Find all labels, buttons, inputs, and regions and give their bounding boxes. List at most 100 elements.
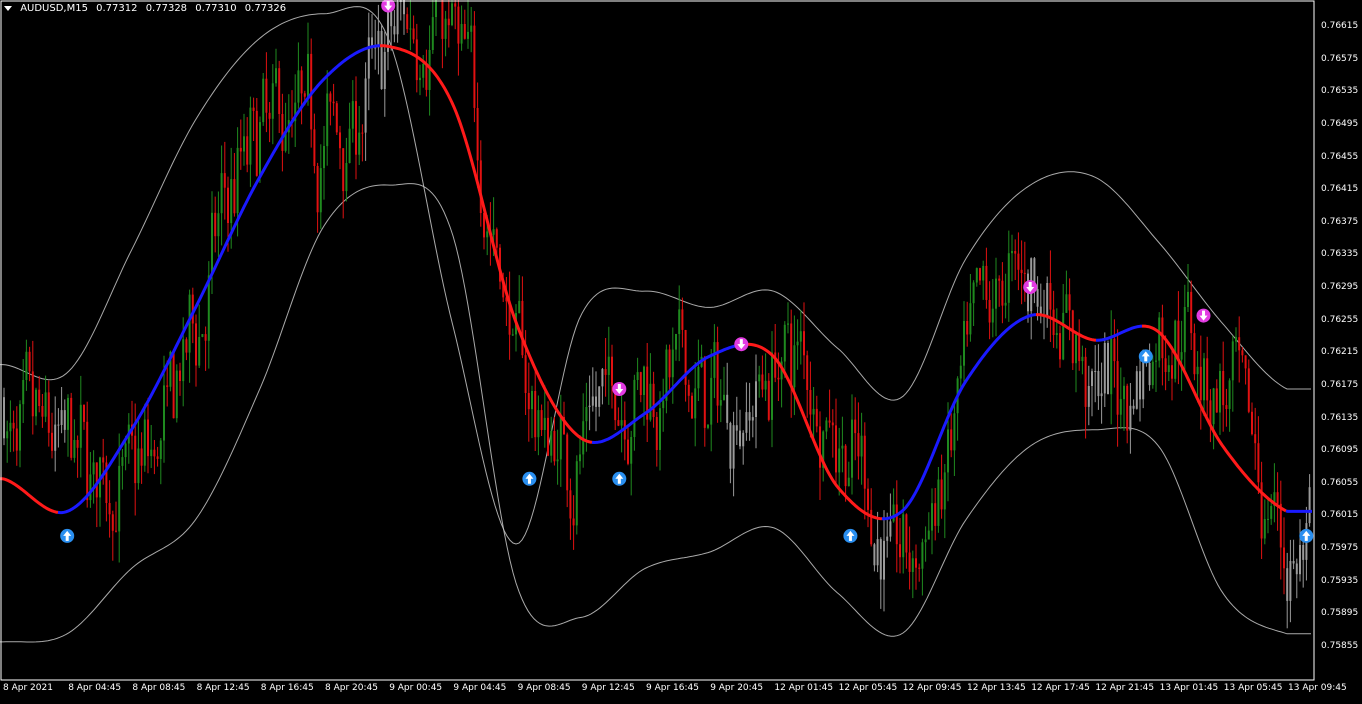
candle-body [652, 383, 655, 417]
candle-body [476, 108, 479, 161]
candle-body [307, 53, 309, 97]
candle-body [1180, 352, 1183, 360]
candle-body [963, 321, 965, 366]
candle-body [857, 433, 860, 457]
candle-body [300, 70, 303, 94]
candle-body [63, 410, 66, 430]
candle-body [1215, 388, 1218, 413]
candle-body [393, 26, 396, 35]
candle-body [1190, 291, 1193, 334]
candle-body [121, 457, 124, 466]
candle-body [281, 114, 284, 151]
candle-body [1011, 251, 1013, 254]
candle-body [892, 504, 895, 522]
candle-body [1270, 506, 1273, 519]
candle-body [886, 536, 889, 541]
time-tick-label: 9 Apr 20:45 [710, 683, 764, 693]
candle-body [214, 212, 217, 237]
candle-body [1052, 309, 1055, 335]
candle-body [1007, 253, 1010, 303]
time-tick-label: 8 Apr 20:45 [325, 683, 378, 693]
price-tick-label: 0.75895 [1321, 608, 1359, 619]
candle-body [671, 349, 674, 378]
candle-body [451, 3, 453, 26]
candle-body [1129, 405, 1132, 431]
candle-body [739, 430, 741, 447]
candle-body [678, 309, 681, 334]
candle-body [460, 24, 463, 44]
chart-window[interactable]: AUDUSD,M15 0.77312 0.77328 0.77310 0.773… [0, 0, 1362, 700]
candle-body [236, 147, 239, 214]
candle-body [735, 425, 738, 431]
sell-arrow-icon [1023, 280, 1038, 295]
candle-body [511, 334, 514, 336]
candle-body [966, 321, 969, 335]
candle-body [531, 391, 533, 410]
candle-body [217, 213, 220, 237]
candle-body [940, 479, 943, 510]
candle-body [796, 341, 799, 346]
candle-body [1087, 386, 1090, 407]
candle-body [246, 136, 249, 165]
candle-body [447, 18, 450, 26]
candle-body [70, 397, 73, 458]
candle-body [713, 342, 716, 378]
candle-body [518, 300, 521, 314]
candle-body [1068, 294, 1071, 311]
candle-body [409, 28, 412, 30]
candle-body [844, 445, 847, 487]
candle-body [607, 356, 610, 375]
candle-body [271, 83, 274, 119]
candle-body [1225, 405, 1228, 409]
candle-body [1004, 302, 1007, 306]
candle-body [1212, 388, 1215, 425]
candle-body [124, 443, 127, 458]
buy-arrow-icon [60, 528, 75, 543]
candle-body [1254, 434, 1257, 444]
candle-body [118, 465, 121, 532]
candle-body [755, 381, 757, 417]
buy-arrow-icon [612, 471, 627, 486]
candle-body [102, 457, 105, 463]
candle-body [1203, 358, 1205, 401]
candle-body [611, 356, 613, 386]
candle-body [1174, 320, 1177, 379]
candle-body [662, 400, 665, 409]
candle-body [895, 504, 898, 545]
candle-body [227, 187, 229, 223]
time-tick-label: 12 Apr 05:45 [838, 683, 898, 693]
candle-body [806, 355, 809, 390]
candle-body [889, 521, 892, 537]
candle-body [863, 435, 866, 489]
candle-body [1081, 356, 1084, 362]
candle-body [1062, 312, 1065, 360]
candle-body [316, 166, 319, 213]
candle-body [918, 567, 921, 569]
price-chart[interactable] [0, 0, 1362, 700]
candle-body [108, 503, 111, 515]
candle-body [54, 424, 57, 451]
candle-body [1001, 280, 1004, 306]
price-tick-label: 0.76015 [1321, 510, 1359, 521]
price-tick-label: 0.76215 [1321, 347, 1359, 358]
candle-body [153, 449, 156, 457]
candle-body [1103, 343, 1106, 394]
dropdown-triangle-icon[interactable] [4, 5, 12, 11]
candle-body [809, 390, 812, 415]
candle-body [175, 370, 178, 419]
price-tick-label: 0.75935 [1321, 575, 1359, 586]
candle-body [41, 406, 44, 417]
candle-body [198, 337, 201, 366]
candle-body [1279, 503, 1282, 548]
ma-rising-segment [1285, 509, 1312, 513]
candle-body [1142, 358, 1145, 400]
candle-body [934, 503, 937, 526]
candle-body [326, 93, 329, 147]
candle-body [550, 431, 553, 456]
time-tick-label: 12 Apr 21:45 [1095, 683, 1155, 693]
candle-body [627, 439, 629, 464]
candle-body [732, 425, 735, 469]
candle-body [28, 351, 31, 372]
candle-body [1302, 545, 1305, 560]
candle-body [748, 412, 751, 421]
